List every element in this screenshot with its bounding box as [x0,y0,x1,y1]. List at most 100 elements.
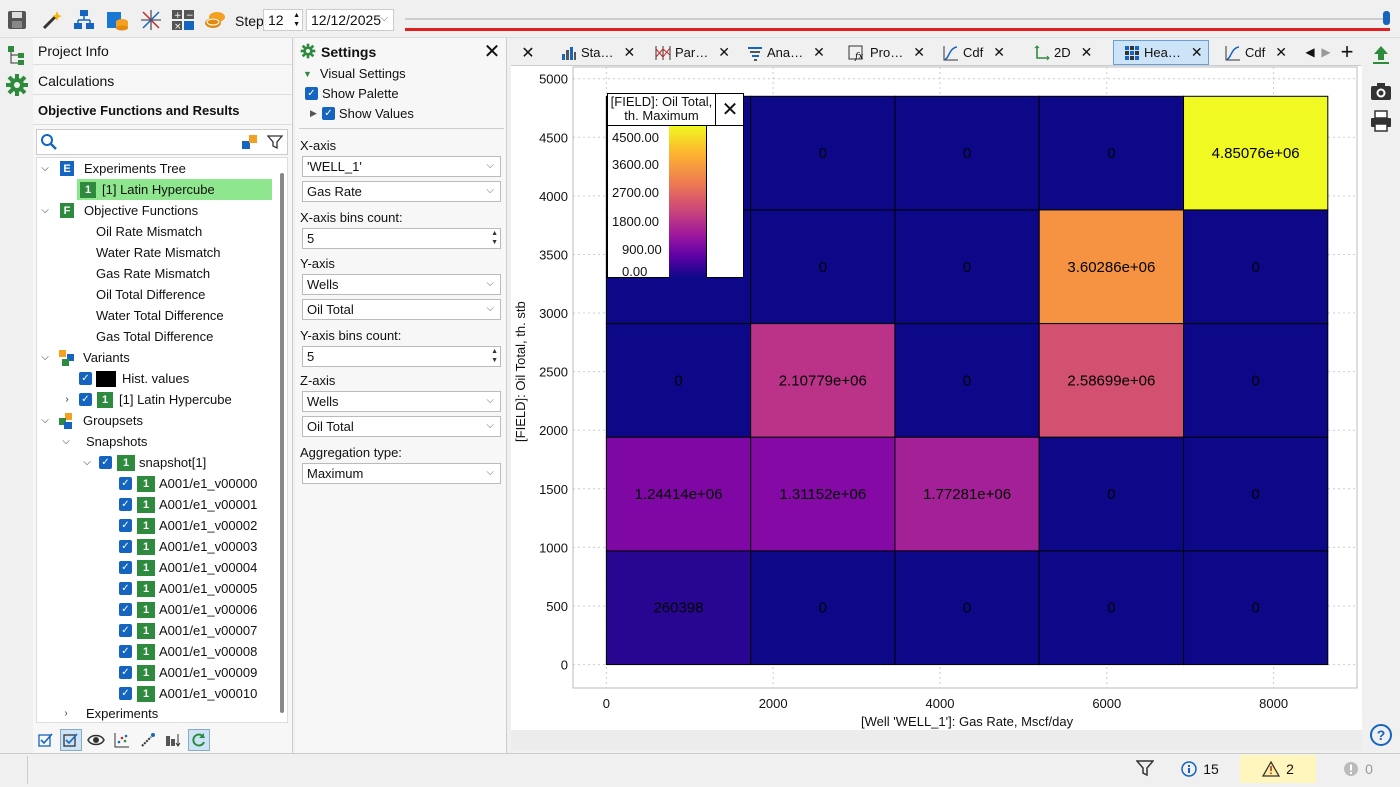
tab-3[interactable]: Ana… ✕ [729,40,825,65]
structure-icon[interactable] [72,8,96,32]
tree-objective-item[interactable]: Gas Rate Mismatch [96,263,210,284]
chart-hscroll[interactable] [511,730,1362,750]
expand-arrow-icon[interactable]: ⌵ [40,352,50,363]
tree-snapshots[interactable]: ⌵ Snapshots [61,431,147,452]
tree-scrollbar[interactable] [280,173,284,713]
tree-snapshot-item[interactable]: ✓ 1 A001/e1_v00006 [119,599,257,620]
tree-experiments-tree[interactable]: ⌵ E Experiments Tree [40,158,186,179]
step-spinner[interactable]: ▲ ▼ [293,11,300,29]
wand-select-icon[interactable] [138,730,158,750]
tree-snapshot-item[interactable]: ✓ 1 A001/e1_v00002 [119,515,257,536]
checkbox[interactable]: ✓ [119,603,132,616]
checkbox[interactable]: ✓ [119,624,132,637]
sort-icon[interactable] [163,730,183,750]
date-select[interactable]: 12/12/2025 ⌵ [306,9,394,31]
network-icon[interactable] [138,8,164,32]
tab-5[interactable]: Cdf ✕ [925,40,1009,65]
checkbox[interactable]: ✓ [119,687,132,700]
tree-snapshot-item[interactable]: ✓ 1 A001/e1_v00008 [119,641,257,662]
tree-snapshot-item[interactable]: ✓ 1 A001/e1_v00007 [119,620,257,641]
gear-icon[interactable] [4,72,30,98]
filter-icon[interactable] [265,132,285,152]
z-axis-object-select[interactable]: Wells ⌵ [302,391,501,412]
aggregation-select[interactable]: Maximum ⌵ [302,463,501,484]
y-bins-input[interactable]: 5 ▲ ▼ [302,346,501,367]
tree-snapshot-item[interactable]: ✓ 1 A001/e1_v00003 [119,536,257,557]
close-tab-icon[interactable]: ✕ [1275,44,1287,61]
warning-status-badge[interactable]: 2 [1240,755,1316,783]
section-project-info[interactable]: Project Info [33,39,292,65]
tree-hist-values[interactable]: ✓ Hist. values [79,368,189,389]
x-axis-object-select[interactable]: 'WELL_1' ⌵ [302,156,501,177]
checkbox[interactable]: ✓ [119,498,132,511]
close-tab-icon[interactable]: ✕ [1081,44,1093,61]
show-palette-checkbox[interactable]: ✓ [305,87,318,100]
checkbox[interactable]: ✓ [119,645,132,658]
scatter-icon[interactable] [112,730,132,750]
close-tab-icon[interactable]: ✕ [813,44,825,61]
tree-latin-hypercube[interactable]: 1 [1] Latin Hypercube [77,179,272,200]
timeline-handle[interactable] [1383,11,1390,25]
tree-objective-item[interactable]: Oil Total Difference [96,284,205,305]
checkbox[interactable]: ✓ [79,372,92,385]
x-bins-input[interactable]: 5 ▲ ▼ [302,228,501,249]
expand-arrow-icon[interactable]: ▶ [310,108,317,119]
tree-snapshot-item[interactable]: ✓ 1 A001/e1_v00005 [119,578,257,599]
checkbox[interactable]: ✓ [119,477,132,490]
tree-snapshot[interactable]: ⌵ ✓ 1 snapshot[1] [82,452,206,473]
tree-objective-item[interactable]: Gas Total Difference [96,326,213,347]
check-all-icon[interactable] [36,730,56,750]
checkbox[interactable]: ✓ [99,456,112,469]
tree-snapshot-item[interactable]: ✓ 1 A001/e1_v00004 [119,557,257,578]
tab-6[interactable]: 2D ✕ [1016,40,1106,65]
section-calculations[interactable]: Calculations [33,69,292,95]
magic-wand-icon[interactable] [40,8,64,32]
camera-icon[interactable] [1368,78,1394,104]
tree-search-input[interactable] [62,132,234,152]
printer-icon[interactable] [1368,108,1394,134]
expand-arrow-icon[interactable]: › [62,394,72,405]
save-icon[interactable] [5,8,29,32]
tab-scroll-right-icon[interactable]: ▶ [1319,43,1333,61]
spinner-arrows-icon[interactable]: ▲ ▼ [491,347,498,365]
calculator-icon[interactable]: + − × [170,8,196,32]
status-filter-icon[interactable] [1134,757,1156,779]
tab-7[interactable]: Hea… ✕ [1113,40,1209,65]
visual-settings-group[interactable]: ▼ Visual Settings [303,66,406,81]
expand-arrow-icon[interactable]: ⌵ [40,205,50,216]
expand-arrow-icon[interactable]: ⌵ [82,457,92,468]
y-axis-object-select[interactable]: Wells ⌵ [302,274,501,295]
expand-arrow-icon[interactable]: › [61,708,71,719]
close-icon[interactable]: ✕ [482,41,502,63]
tab-scroll-left-icon[interactable]: ◀ [1303,43,1317,61]
tree-snapshot-item[interactable]: ✓ 1 A001/e1_v00010 [119,683,257,704]
collapse-triangle-icon[interactable]: ▼ [303,69,312,79]
tree-filter-options-icon[interactable] [240,132,260,152]
tab-8[interactable]: Cdf ✕ [1207,40,1297,65]
help-icon[interactable]: ? [1368,722,1394,748]
export-upload-icon[interactable] [1368,42,1394,68]
expand-arrow-icon[interactable]: ⌵ [61,436,71,447]
expand-arrow-icon[interactable]: ⌵ [40,415,50,426]
checkbox[interactable]: ✓ [119,561,132,574]
tree-view-icon[interactable] [4,42,30,68]
eye-icon[interactable] [86,730,106,750]
checkbox[interactable]: ✓ [119,540,132,553]
tree-snapshot-item[interactable]: ✓ 1 A001/e1_v00009 [119,662,257,683]
expand-arrow-icon[interactable]: ⌵ [40,163,50,174]
step-input[interactable]: 12 ▲ ▼ [263,9,303,31]
tree-objective-item[interactable]: Water Rate Mismatch [96,242,221,263]
tab-4[interactable]: fx Pro… ✕ [830,40,925,65]
coins-icon[interactable] [202,8,228,32]
check-selected-icon[interactable] [60,729,82,751]
show-values-checkbox[interactable]: ✓ [321,107,335,120]
tree-snapshot-item[interactable]: ✓ 1 A001/e1_v00001 [119,494,257,515]
info-status-badge[interactable]: 15 [1163,755,1237,783]
z-axis-param-select[interactable]: Oil Total ⌵ [302,416,501,437]
close-tab-icon[interactable]: ✕ [913,44,925,61]
y-axis-param-select[interactable]: Oil Total ⌵ [302,299,501,320]
timeline-slider[interactable] [405,10,1390,32]
tab-2[interactable]: Par… ✕ [637,40,730,65]
show-palette-option[interactable]: ✓ Show Palette [305,86,399,101]
section-objective-functions[interactable]: Objective Functions and Results [33,99,292,125]
